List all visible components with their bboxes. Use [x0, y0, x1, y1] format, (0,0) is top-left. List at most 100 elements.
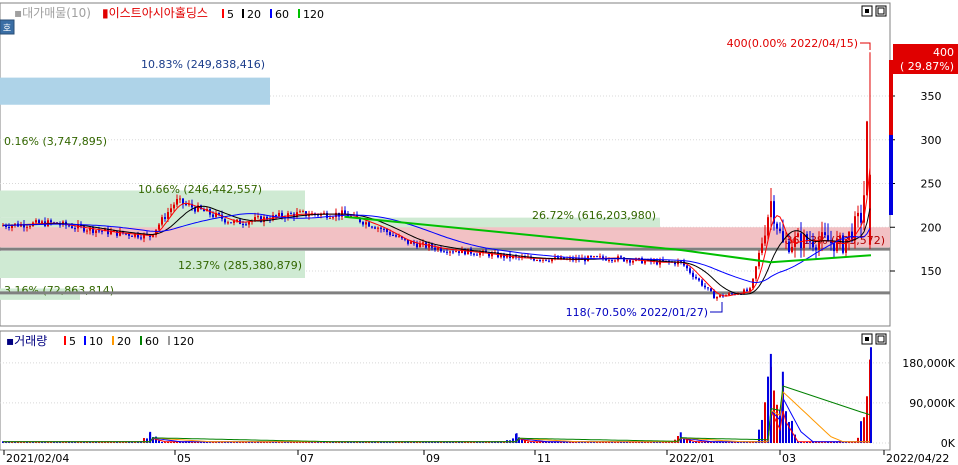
volume-bar [428, 442, 430, 443]
candle-body [179, 198, 181, 200]
volume-axis: 0K 90,000K 180,000K [902, 357, 955, 450]
candle-body [389, 232, 391, 236]
candle-body [476, 254, 478, 256]
candle-body [632, 260, 634, 263]
candle-body [812, 241, 814, 248]
volume-bar [527, 441, 529, 443]
candle-body [344, 210, 346, 214]
candle-body [395, 235, 397, 237]
candle-body [167, 212, 169, 219]
volume-bar [113, 442, 115, 443]
candle-body [362, 221, 364, 225]
candle-body [542, 259, 544, 261]
candle-body [158, 224, 160, 230]
candle-body [95, 230, 97, 233]
candle-body [245, 224, 247, 226]
candle-body [755, 266, 757, 279]
candle-body [242, 224, 244, 226]
ma-legend-label: 20 [247, 8, 261, 21]
volume-bar [512, 438, 514, 443]
date-tick-label: 05 [177, 452, 191, 465]
volume-bar [728, 442, 730, 443]
volume-bar [656, 442, 658, 443]
candle-body [620, 256, 622, 258]
volume-ma-legend-label: 10 [89, 335, 103, 348]
volume-bar [341, 442, 343, 443]
candle-body [686, 265, 688, 269]
candle-body [716, 296, 718, 299]
candle-body [626, 260, 628, 262]
volume-bar [647, 442, 649, 443]
volume-bar [419, 442, 421, 443]
volume-bar [821, 442, 823, 443]
candle-body [164, 217, 166, 219]
volume-tick-label: 0K [941, 437, 956, 450]
price-tick-label: 250 [921, 178, 942, 191]
candle-body [278, 212, 280, 217]
candle-body [704, 285, 706, 288]
candle-body [98, 230, 100, 232]
candle-body [119, 230, 121, 236]
volume-bar [860, 421, 862, 443]
volume-bar [308, 442, 310, 443]
volume-bar [575, 442, 577, 443]
candle-body [479, 252, 481, 256]
candle-body [41, 221, 43, 224]
volume-bar [47, 442, 49, 443]
candle-body [689, 268, 691, 273]
candle-body [596, 256, 598, 258]
volume-profile-label: 10.66% (246,442,557) [138, 183, 262, 196]
ma-legend-label: 5 [227, 8, 234, 21]
candle-body [857, 212, 859, 217]
volume-bar [566, 442, 568, 443]
volume-bar [44, 442, 46, 443]
volume-bar [482, 442, 484, 443]
volume-bar [143, 438, 145, 443]
volume-bar [32, 442, 34, 443]
candle-body [815, 247, 817, 250]
volume-bar [350, 442, 352, 443]
candle-body [860, 212, 862, 223]
candle-body [824, 232, 826, 236]
candle-body [746, 289, 748, 292]
volume-bar [65, 442, 67, 443]
candle-body [329, 217, 331, 219]
candle-body [38, 220, 40, 224]
volume-ma-legend-label: 60 [145, 335, 159, 348]
candle-body [452, 251, 454, 253]
candle-body [74, 228, 76, 230]
candle-body [299, 211, 301, 213]
volume-bar [590, 442, 592, 443]
candle-body [8, 226, 10, 229]
price-axis: 150 200 250 300 350 [890, 90, 942, 278]
minimize-icon [865, 9, 869, 13]
candle-body [473, 253, 475, 255]
volume-tick-label: 180,000K [902, 357, 955, 370]
candle-body [692, 272, 694, 277]
current-change: ( 29.87%) [900, 60, 954, 73]
stock-name[interactable]: ▮이스트아시아홀딩스 [102, 6, 208, 20]
date-tick-label: 03 [782, 452, 796, 465]
volume-bar [740, 442, 742, 443]
ma-legend-swatch [222, 9, 224, 18]
candle-body [71, 226, 73, 229]
volume-bar [68, 442, 70, 443]
volume-bar [203, 442, 205, 443]
volume-bar [320, 442, 322, 443]
date-tick-label: 2021/02/04 [6, 452, 69, 465]
price-tick-label: 200 [921, 221, 942, 234]
volume-bar [836, 442, 838, 443]
candle-body [455, 251, 457, 253]
volume-bar [803, 442, 805, 443]
candle-body [788, 241, 790, 253]
volume-profile-label: 3.16% (72,863,814) [4, 284, 114, 297]
volume-bar [734, 442, 736, 443]
volume-bar [863, 417, 865, 443]
candle-body [629, 260, 631, 263]
candle-body [11, 225, 13, 229]
ma-legend-label: 120 [303, 8, 324, 21]
volume-ma-legend-swatch [84, 336, 86, 345]
candle-body [26, 226, 28, 228]
volume-bar [389, 442, 391, 443]
candle-body [719, 295, 721, 297]
